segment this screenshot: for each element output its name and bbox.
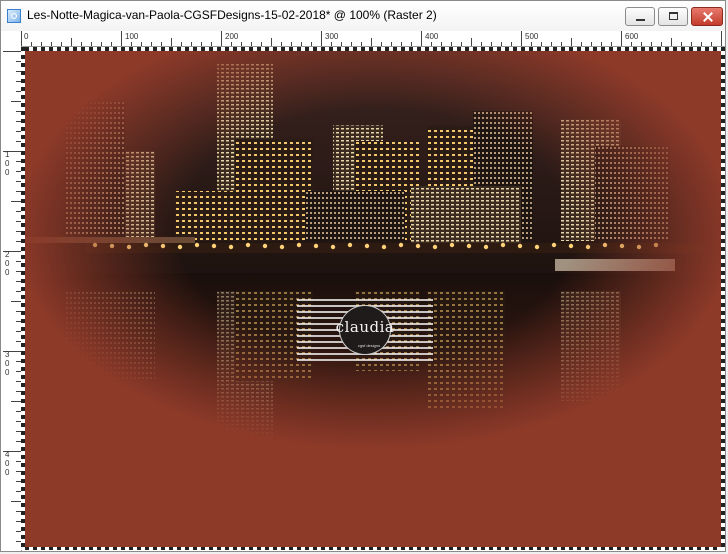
window-title: Les-Notte-Magica-van-Paola-CGSFDesigns-1… (27, 8, 437, 22)
title-bar[interactable]: Les-Notte-Magica-van-Paola-CGSFDesigns-1… (1, 1, 725, 31)
watermark-subtext: cgsf designs (357, 343, 381, 348)
ruler-label-v400: 4 0 0 (5, 450, 10, 477)
image-canvas[interactable]: claudia cgsf designs (25, 51, 721, 547)
image-window: Les-Notte-Magica-van-Paola-CGSFDesigns-1… (0, 0, 726, 552)
close-button[interactable] (691, 7, 723, 26)
watermark: claudia cgsf designs (297, 299, 433, 361)
maximize-button[interactable] (658, 7, 688, 26)
psp-image-icon[interactable] (7, 9, 21, 23)
marching-ants-bottom (25, 547, 721, 550)
minimize-button[interactable] (625, 7, 655, 26)
ruler-label-v100: 1 0 0 (5, 150, 10, 177)
ruler-label-100: 100 (125, 32, 139, 41)
ruler-label-600: 600 (625, 32, 639, 41)
ruler-corner (3, 31, 21, 47)
ruler-label-500: 500 (525, 32, 539, 41)
ruler-label-300: 300 (325, 32, 339, 41)
horizontal-ruler[interactable]: 0 100 200 300 400 500 600 (21, 31, 725, 47)
ruler-label-400: 400 (425, 32, 439, 41)
ruler-label-200: 200 (225, 32, 239, 41)
ruler-label-0: 0 (24, 32, 29, 41)
marching-ants-right (721, 47, 725, 550)
ruler-label-v300: 3 0 0 (5, 350, 10, 377)
vertical-ruler[interactable]: 1 0 0 2 0 0 3 0 0 4 0 0 (3, 46, 22, 551)
watermark-text: claudia (335, 318, 395, 336)
ruler-label-v200: 2 0 0 (5, 250, 10, 277)
